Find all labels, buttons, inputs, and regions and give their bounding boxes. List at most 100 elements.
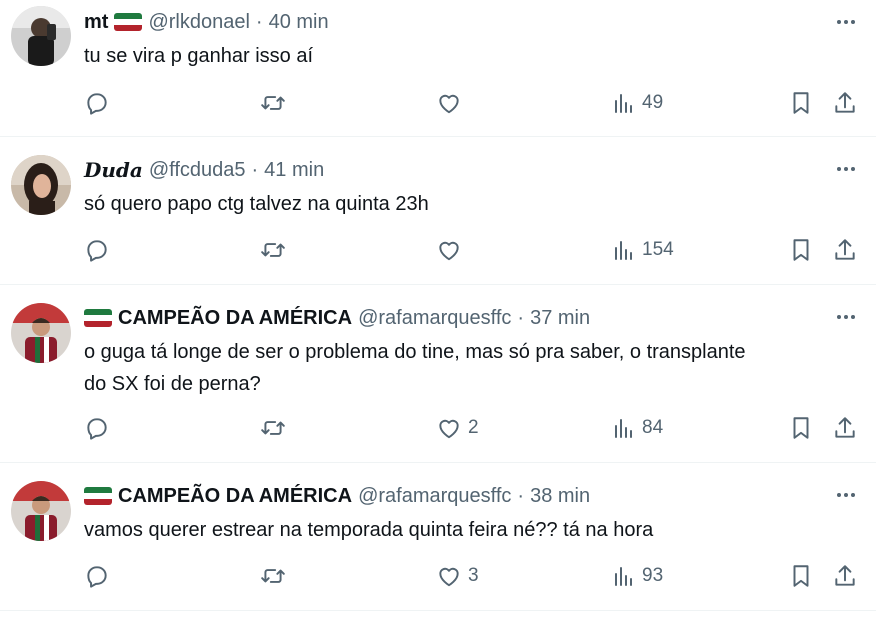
reply-icon — [87, 93, 107, 115]
retweet-icon — [261, 421, 285, 435]
reply-button[interactable] — [84, 237, 110, 263]
bookmark-button[interactable] — [788, 90, 814, 116]
avatar[interactable] — [11, 155, 71, 215]
retweet-button[interactable] — [259, 90, 287, 116]
more-icon[interactable] — [834, 483, 858, 507]
display-name[interactable]: CAMPEÃO DA AMÉRICA — [118, 485, 352, 508]
heart-icon — [439, 419, 459, 439]
like-count: 3 — [468, 565, 479, 586]
tweet[interactable]: Duda @ffcduda5 · 41 min só quero papo ct… — [0, 137, 876, 285]
tweet[interactable]: mt @rlkdonael · 40 min tu se vira p ganh… — [0, 0, 876, 137]
like-button[interactable]: 2 — [436, 415, 479, 441]
separator: · — [517, 484, 525, 507]
retweet-button[interactable] — [259, 415, 287, 441]
tweet-text: tu se vira p ganhar isso aí — [84, 40, 860, 72]
display-name[interactable]: Duda — [84, 158, 143, 182]
reply-icon — [87, 240, 107, 262]
handle[interactable]: @ffcduda5 — [149, 159, 246, 182]
timestamp[interactable]: 38 min — [530, 485, 590, 508]
views-icon — [615, 94, 632, 113]
flag-icon — [84, 487, 112, 505]
tweet-header: Duda @ffcduda5 · 41 min — [84, 156, 860, 184]
like-button[interactable] — [436, 237, 468, 263]
bookmark-icon — [793, 417, 809, 439]
tweet-text-line: só quero papo ctg talvez na quinta 23h — [84, 193, 429, 215]
tweet-text-line: vamos querer estrear na temporada quinta… — [84, 519, 654, 541]
heart-icon — [439, 241, 459, 261]
tweet-text-line: tu se vira p ganhar isso aí — [84, 45, 314, 67]
tweet[interactable]: CAMPEÃO DA AMÉRICA @rafamarquesffc · 38 … — [0, 463, 876, 611]
tweet-text-line: o guga tá longe de ser o problema do tin… — [84, 341, 746, 363]
flag-icon — [114, 13, 143, 31]
tweet-header: CAMPEÃO DA AMÉRICA @rafamarquesffc · 37 … — [84, 304, 860, 332]
action-bar: 154 — [84, 233, 860, 267]
handle[interactable]: @rlkdonael — [148, 11, 249, 34]
views-button[interactable]: 84 — [612, 415, 663, 441]
views-icon — [615, 567, 632, 586]
retweet-icon — [261, 243, 285, 257]
retweet-button[interactable] — [259, 563, 287, 589]
more-icon[interactable] — [834, 305, 858, 329]
retweet-icon — [261, 569, 285, 583]
avatar[interactable] — [11, 6, 71, 66]
reply-button[interactable] — [84, 415, 110, 441]
handle[interactable]: @rafamarquesffc — [358, 485, 511, 508]
tweet-header: CAMPEÃO DA AMÉRICA @rafamarquesffc · 38 … — [84, 482, 860, 510]
bookmark-icon — [793, 565, 809, 587]
share-icon — [835, 239, 855, 260]
separator: · — [251, 158, 259, 181]
like-button[interactable] — [436, 90, 468, 116]
separator: · — [255, 10, 263, 33]
action-bar: 49 — [84, 86, 860, 120]
reply-feed: mt @rlkdonael · 40 min tu se vira p ganh… — [0, 0, 876, 611]
display-name[interactable]: CAMPEÃO DA AMÉRICA — [118, 307, 352, 330]
action-bar: 2 84 — [84, 411, 860, 445]
reply-icon — [87, 418, 107, 440]
handle[interactable]: @rafamarquesffc — [358, 307, 511, 330]
share-icon — [835, 92, 855, 113]
share-icon — [835, 565, 855, 586]
avatar[interactable] — [11, 481, 71, 541]
bookmark-icon — [793, 239, 809, 261]
timestamp[interactable]: 41 min — [264, 159, 324, 182]
action-bar: 3 93 — [84, 559, 860, 593]
like-button[interactable]: 3 — [436, 563, 479, 589]
bookmark-button[interactable] — [788, 563, 814, 589]
view-count: 154 — [642, 239, 674, 260]
share-button[interactable] — [832, 415, 858, 441]
views-icon — [615, 419, 632, 438]
like-count: 2 — [468, 417, 479, 438]
avatar[interactable] — [11, 303, 71, 363]
heart-icon — [439, 567, 459, 587]
reply-button[interactable] — [84, 563, 110, 589]
view-count: 49 — [642, 92, 664, 113]
views-button[interactable]: 154 — [612, 237, 674, 263]
share-button[interactable] — [832, 237, 858, 263]
views-icon — [615, 241, 632, 260]
tweet-text: vamos querer estrear na temporada quinta… — [84, 514, 860, 546]
share-button[interactable] — [832, 563, 858, 589]
retweet-button[interactable] — [259, 237, 287, 263]
flag-icon — [84, 309, 112, 327]
tweet-text: só quero papo ctg talvez na quinta 23h — [84, 188, 860, 220]
timestamp[interactable]: 37 min — [530, 307, 590, 330]
bookmark-icon — [793, 92, 809, 114]
heart-icon — [439, 94, 459, 114]
view-count: 84 — [642, 417, 664, 438]
tweet-text-line: do SX foi de perna? — [84, 373, 261, 395]
tweet-header: mt @rlkdonael · 40 min — [84, 8, 860, 36]
tweet[interactable]: CAMPEÃO DA AMÉRICA @rafamarquesffc · 37 … — [0, 285, 876, 463]
views-button[interactable]: 93 — [612, 563, 663, 589]
display-name[interactable]: mt — [84, 11, 108, 34]
reply-button[interactable] — [84, 90, 110, 116]
more-icon[interactable] — [834, 157, 858, 181]
more-icon[interactable] — [834, 10, 858, 34]
retweet-icon — [261, 96, 285, 110]
share-button[interactable] — [832, 90, 858, 116]
views-button[interactable]: 49 — [612, 90, 663, 116]
separator: · — [517, 306, 525, 329]
reply-icon — [87, 566, 107, 588]
timestamp[interactable]: 40 min — [269, 11, 329, 34]
bookmark-button[interactable] — [788, 237, 814, 263]
bookmark-button[interactable] — [788, 415, 814, 441]
